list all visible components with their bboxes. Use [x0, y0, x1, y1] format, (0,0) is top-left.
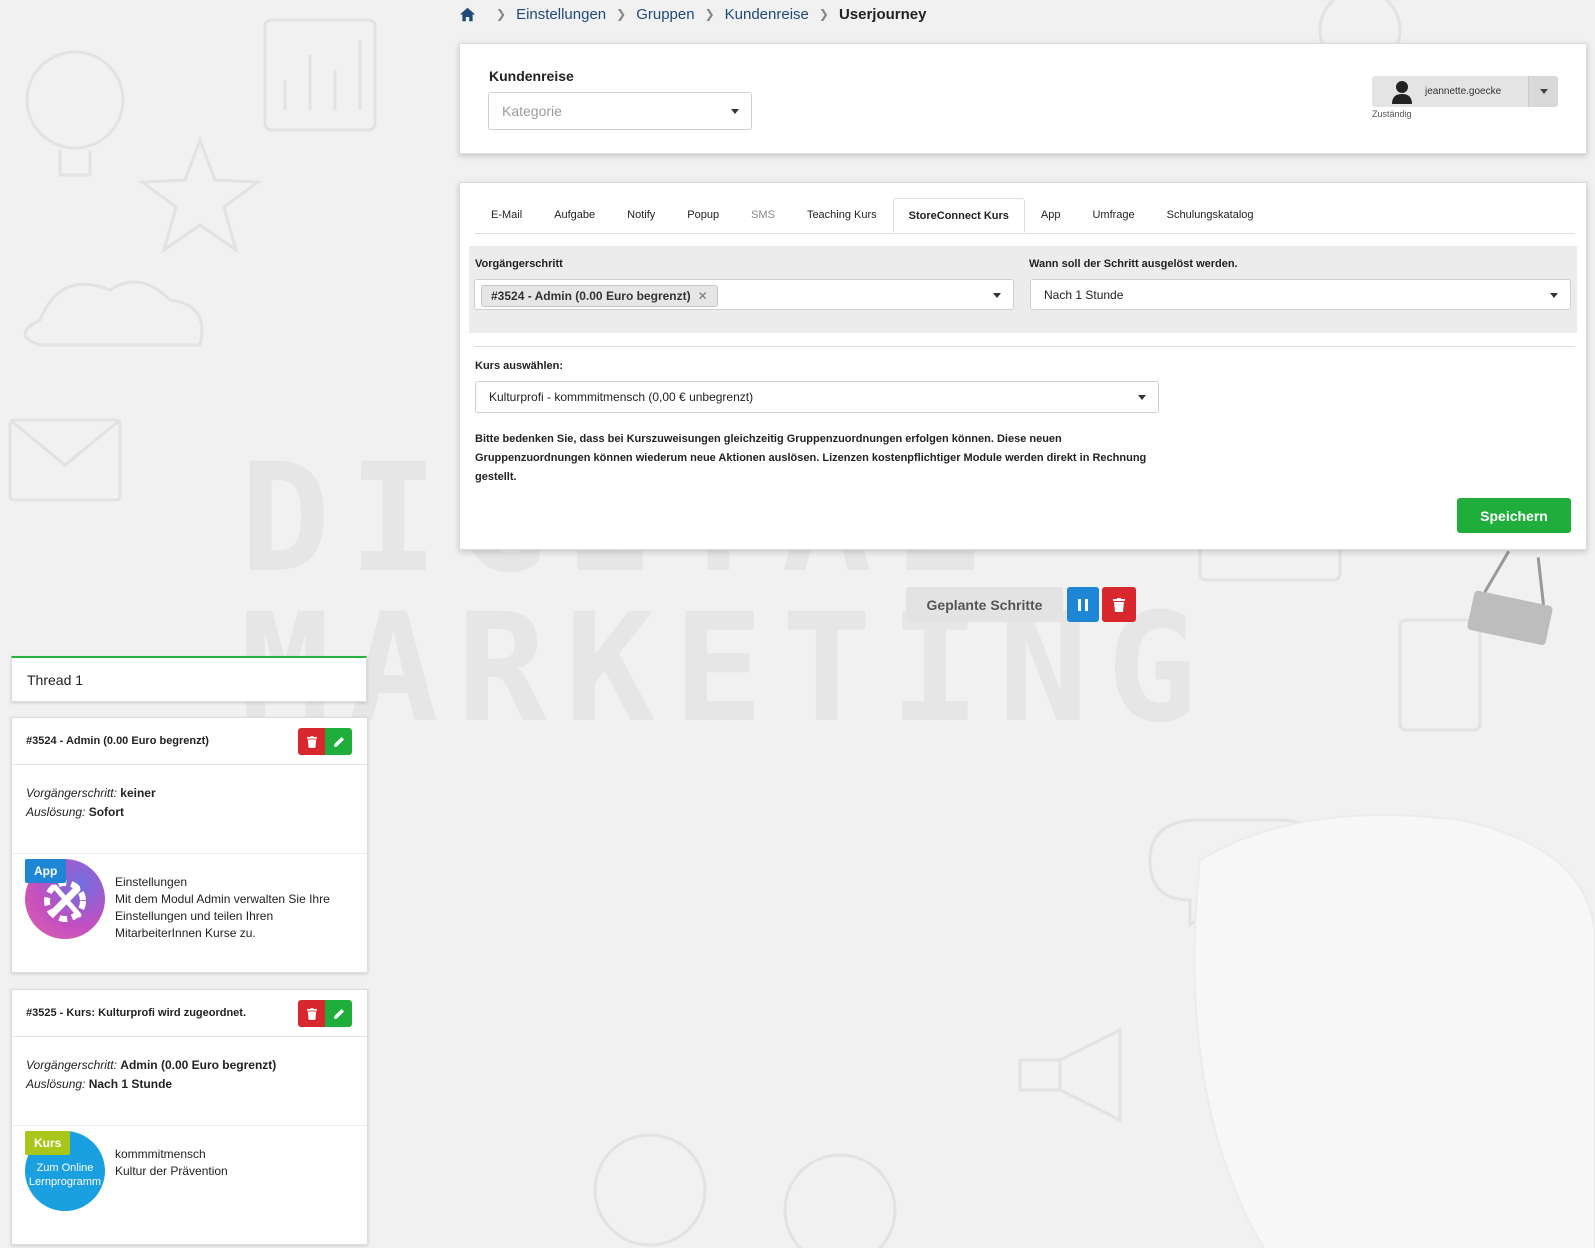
trigger-key: Auslösung:: [26, 1077, 86, 1091]
delete-step-button[interactable]: [298, 728, 325, 755]
trigger-key: Auslösung:: [26, 805, 86, 819]
predecessor-select[interactable]: #3524 - Admin (0.00 Euro begrenzt) ✕: [474, 279, 1014, 310]
remove-chip-icon[interactable]: ✕: [698, 289, 708, 303]
predecessor-key: Vorgängerschritt:: [26, 786, 117, 800]
step-type-badge: Kurs: [25, 1131, 71, 1155]
pause-icon: [1078, 598, 1088, 611]
thread-header[interactable]: Thread 1: [11, 656, 367, 702]
pause-button[interactable]: [1067, 587, 1099, 622]
step-editor-card: E-Mail Aufgabe Notify Popup SMS Teaching…: [459, 182, 1587, 550]
course-select[interactable]: Kulturprofi - kommmitmensch (0,00 € unbe…: [475, 381, 1159, 413]
tab-notify[interactable]: Notify: [611, 198, 671, 232]
step-divider: [12, 853, 367, 854]
tab-app[interactable]: App: [1025, 198, 1077, 232]
trash-icon: [306, 1007, 317, 1020]
category-select[interactable]: Kategorie: [488, 92, 752, 130]
step-type-tabs: E-Mail Aufgabe Notify Popup SMS Teaching…: [475, 198, 1575, 234]
pencil-icon: [333, 1008, 344, 1019]
breadcrumb-separator-icon: ❯: [496, 7, 507, 21]
planned-steps-button[interactable]: Geplante Schritte: [906, 587, 1063, 622]
predecessor-key: Vorgängerschritt:: [26, 1058, 117, 1072]
caret-down-icon: [993, 292, 1001, 298]
course-label: Kurs auswählen:: [475, 360, 564, 372]
predecessor-label: Vorgängerschritt: [475, 258, 563, 270]
step-meta: Vorgängerschritt: keiner Auslösung: Sofo…: [26, 784, 156, 822]
breadcrumb: ❯ Einstellungen ❯ Gruppen ❯ Kundenreise …: [459, 4, 926, 24]
caret-down-icon: [1550, 292, 1558, 298]
assignee-caption: Zuständig: [1372, 109, 1412, 119]
breadcrumb-separator-icon: ❯: [818, 7, 829, 21]
trigger-value: Nach 1 Stunde: [88, 1077, 173, 1091]
step-type-badge: App: [25, 859, 67, 883]
breadcrumb-separator-icon: ❯: [616, 7, 627, 21]
step-desc-title: kommmitmensch: [115, 1147, 206, 1161]
step-card: #3525 - Kurs: Kulturprofi wird zugeordne…: [11, 989, 368, 1245]
edit-step-button[interactable]: [325, 728, 352, 755]
breadcrumb-current: Userjourney: [838, 5, 927, 23]
step-desc-title: Einstellungen: [115, 875, 188, 889]
course-notice: Bitte bedenken Sie, dass bei Kurszuweisu…: [475, 433, 1147, 483]
trigger-select[interactable]: Nach 1 Stunde: [1030, 279, 1571, 310]
predecessor-value: Admin (0.00 Euro begrenzt): [120, 1058, 277, 1072]
assignee-name: jeannette.goecke: [1425, 86, 1502, 97]
delete-journey-button[interactable]: [1102, 587, 1136, 622]
assignee-button[interactable]: jeannette.goecke: [1372, 76, 1558, 107]
tab-storeconnect-kurs[interactable]: StoreConnect Kurs: [892, 198, 1025, 233]
home-icon[interactable]: [459, 6, 476, 23]
predecessor-chip: #3524 - Admin (0.00 Euro begrenzt) ✕: [481, 285, 718, 307]
step-card-header: #3525 - Kurs: Kulturprofi wird zugeordne…: [12, 990, 367, 1037]
tab-umfrage[interactable]: Umfrage: [1076, 198, 1150, 232]
caret-down-icon: [1138, 395, 1146, 400]
course-value: Kulturprofi - kommmitmensch (0,00 € unbe…: [489, 390, 754, 404]
category-placeholder: Kategorie: [502, 103, 562, 119]
step-desc-text: Mit dem Modul Admin verwalten Sie Ihre E…: [115, 892, 330, 940]
step-card-header: #3524 - Admin (0.00 Euro begrenzt): [12, 718, 367, 765]
step-desc-text: Kultur der Prävention: [115, 1164, 228, 1178]
breadcrumb-einstellungen[interactable]: Einstellungen: [516, 6, 606, 23]
tab-email[interactable]: E-Mail: [475, 198, 538, 232]
step-description: kommmitmensch Kultur der Prävention: [115, 1146, 355, 1180]
breadcrumb-kundenreise[interactable]: Kundenreise: [725, 6, 809, 23]
predecessor-chip-label: #3524 - Admin (0.00 Euro begrenzt): [491, 289, 691, 303]
delete-step-button[interactable]: [298, 1000, 325, 1027]
save-button[interactable]: Speichern: [1457, 498, 1571, 533]
section-divider: [474, 346, 1575, 347]
edit-step-button[interactable]: [325, 1000, 352, 1027]
step-divider: [12, 1125, 367, 1126]
breadcrumb-gruppen[interactable]: Gruppen: [636, 6, 694, 23]
tab-sms[interactable]: SMS: [735, 198, 791, 232]
tab-schulungskatalog[interactable]: Schulungskatalog: [1151, 198, 1270, 232]
trigger-value: Nach 1 Stunde: [1044, 287, 1124, 302]
step-title: #3524 - Admin (0.00 Euro begrenzt): [26, 735, 209, 747]
step-description: Einstellungen Mit dem Modul Admin verwal…: [115, 874, 355, 942]
course-thumbnail-text: Zum Online Lernprogramm: [28, 1162, 102, 1188]
thread-title: Thread 1: [27, 671, 84, 688]
breadcrumb-separator-icon: ❯: [704, 7, 715, 21]
predecessor-value: keiner: [120, 786, 156, 800]
tab-aufgabe[interactable]: Aufgabe: [538, 198, 611, 232]
tab-popup[interactable]: Popup: [671, 198, 735, 232]
trash-icon: [306, 735, 317, 748]
trigger-label: Wann soll der Schritt ausgelöst werden.: [1029, 258, 1238, 270]
caret-down-icon: [1540, 89, 1548, 94]
caret-down-icon: [731, 109, 739, 114]
step-meta: Vorgängerschritt: Admin (0.00 Euro begre…: [26, 1056, 276, 1094]
trash-icon: [1113, 597, 1125, 612]
pencil-icon: [333, 736, 344, 747]
assignee-dropdown-toggle[interactable]: [1528, 76, 1558, 107]
journey-title: Kundenreise: [489, 68, 574, 84]
step-settings-panel: Vorgängerschritt #3524 - Admin (0.00 Eur…: [469, 246, 1577, 333]
trigger-value: Sofort: [88, 805, 125, 819]
tab-teaching-kurs[interactable]: Teaching Kurs: [791, 198, 893, 232]
journey-header-card: Kundenreise Kategorie jeannette.goecke Z…: [459, 43, 1587, 154]
step-card: #3524 - Admin (0.00 Euro begrenzt) Vorgä…: [11, 717, 368, 973]
user-icon: [1392, 80, 1412, 104]
step-title: #3525 - Kurs: Kulturprofi wird zugeordne…: [26, 1007, 247, 1019]
